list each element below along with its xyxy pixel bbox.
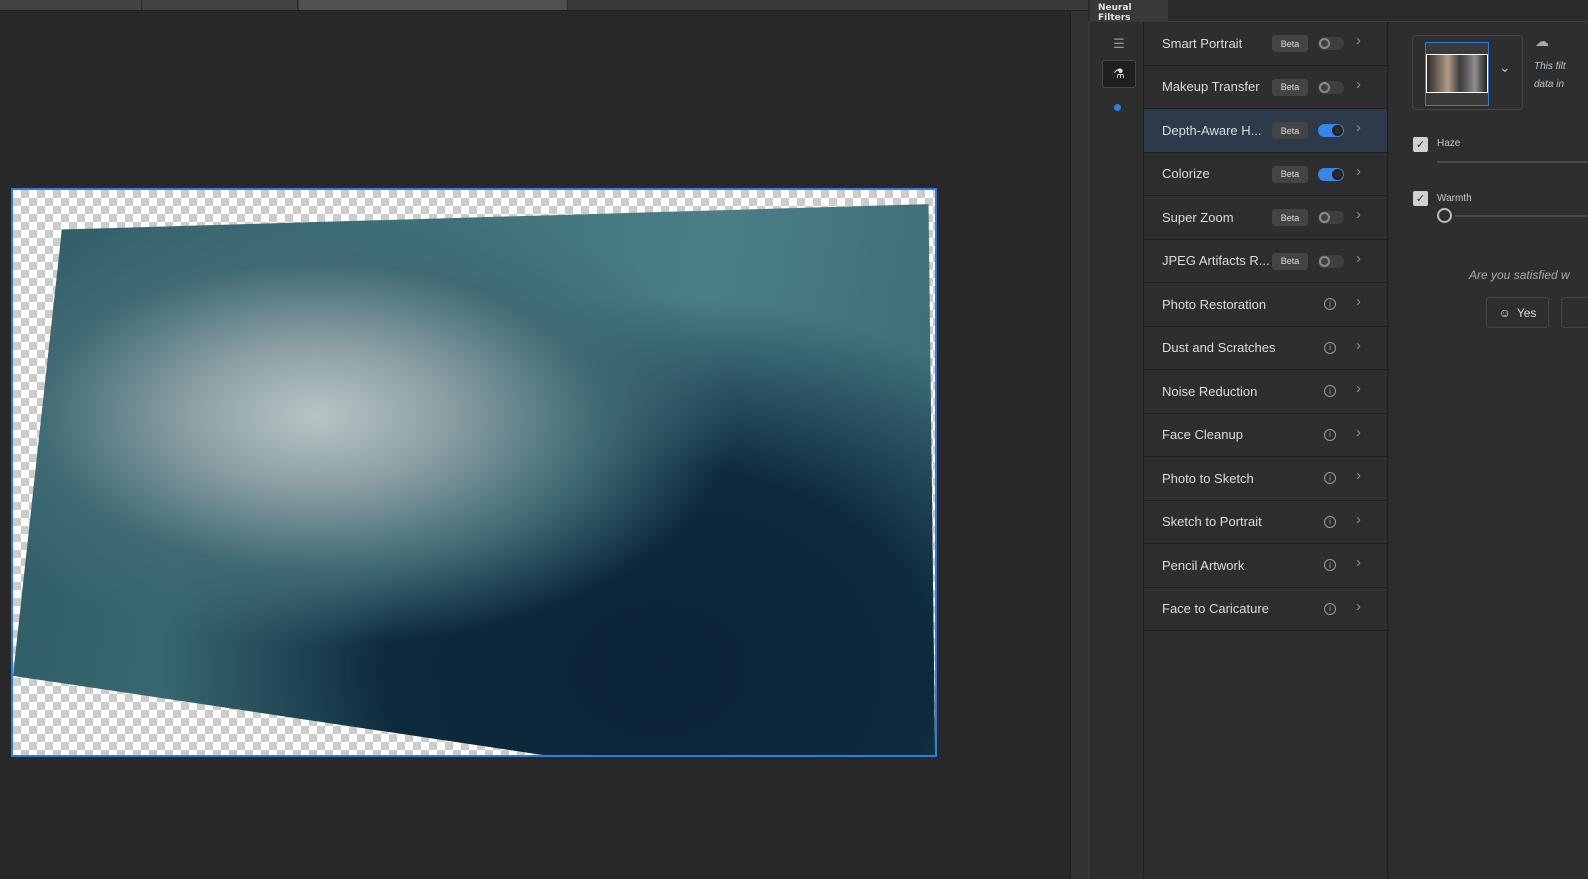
chevron-right-icon[interactable]: › xyxy=(1356,554,1361,571)
info-icon[interactable]: i xyxy=(1324,515,1336,528)
info-icon[interactable]: i xyxy=(1324,472,1336,484)
chevron-right-icon[interactable]: › xyxy=(1356,293,1361,310)
chevron-right-icon[interactable]: › xyxy=(1356,380,1361,397)
haze-checkbox[interactable]: ✓ xyxy=(1413,137,1428,152)
filter-label: Noise Reduction xyxy=(1162,383,1258,399)
info-icon[interactable]: i xyxy=(1324,385,1336,397)
filter-toggle[interactable] xyxy=(1318,167,1344,181)
image-layer-frame[interactable] xyxy=(11,188,937,757)
chevron-right-icon[interactable]: › xyxy=(1356,424,1361,441)
smiley-icon: ☺ xyxy=(1498,305,1511,320)
info-icon[interactable]: i xyxy=(1324,602,1336,615)
filter-row[interactable]: Colorize Beta › xyxy=(1144,153,1387,196)
chevron-right-icon[interactable]: › xyxy=(1356,163,1361,180)
document-tab[interactable] xyxy=(143,0,298,10)
filter-toggle[interactable] xyxy=(1318,80,1344,94)
filter-label: Photo Restoration xyxy=(1162,296,1267,312)
warmth-checkbox[interactable]: ✓ xyxy=(1413,191,1428,206)
preview-selector[interactable]: ⌄ xyxy=(1412,35,1523,110)
filter-label: Pencil Artwork xyxy=(1162,557,1245,573)
beta-badge: Beta xyxy=(1272,78,1308,96)
chevron-right-icon[interactable]: › xyxy=(1356,206,1361,223)
chevron-right-icon[interactable]: › xyxy=(1356,119,1361,136)
filter-category-strip: ☰ ⚗ xyxy=(1088,22,1144,879)
filter-label: Smart Portrait xyxy=(1162,35,1243,51)
info-icon[interactable]: i xyxy=(1324,298,1336,310)
filter-toggle[interactable] xyxy=(1318,211,1344,224)
beta-badge: Beta xyxy=(1272,209,1308,226)
filter-row[interactable]: Makeup Transfer Beta › xyxy=(1144,66,1387,109)
document-tab-active[interactable] xyxy=(299,0,568,10)
info-icon[interactable]: i xyxy=(1324,341,1336,354)
feedback-question: Are you satisfied w xyxy=(1469,268,1570,282)
chevron-down-icon[interactable]: ⌄ xyxy=(1499,60,1511,76)
filter-row[interactable]: Face Cleanup i › xyxy=(1144,414,1387,457)
filter-label: Dust and Scratches xyxy=(1162,340,1276,356)
cloud-note: This filt data in xyxy=(1534,61,1566,90)
beta-badge: Beta xyxy=(1272,165,1308,183)
filter-label: Depth-Aware H... xyxy=(1162,122,1262,138)
photo-layer xyxy=(13,204,935,755)
preview-thumbnail xyxy=(1425,42,1489,106)
chevron-right-icon[interactable]: › xyxy=(1356,76,1361,93)
tab-neural-filters[interactable]: Neural Filters xyxy=(1090,0,1168,23)
filter-row[interactable]: JPEG Artifacts R... Beta › xyxy=(1144,240,1387,283)
beta-badge: Beta xyxy=(1272,252,1308,270)
filter-row[interactable]: Photo Restoration i › xyxy=(1144,283,1387,327)
filter-label: Photo to Sketch xyxy=(1162,470,1254,486)
haze-slider[interactable] xyxy=(1437,161,1588,163)
filter-label: Face Cleanup xyxy=(1162,427,1243,443)
chevron-right-icon[interactable]: › xyxy=(1356,467,1361,484)
document-tabs xyxy=(0,0,1088,11)
haze-label: Haze xyxy=(1437,138,1461,149)
warmth-slider-track[interactable] xyxy=(1455,215,1588,217)
chevron-right-icon[interactable]: › xyxy=(1356,250,1361,267)
cloud-icon: ☁ xyxy=(1535,34,1549,50)
filter-label: Sketch to Portrait xyxy=(1162,514,1262,530)
no-button[interactable] xyxy=(1561,297,1588,328)
filter-row[interactable]: Depth-Aware H... Beta › xyxy=(1144,109,1387,153)
chevron-right-icon[interactable]: › xyxy=(1356,32,1361,49)
filter-settings-pane: ⌄ ☁ This filt data in ✓ Haze ✓ Warmth Are… xyxy=(1389,22,1588,879)
filter-label: JPEG Artifacts R... xyxy=(1162,253,1270,269)
filter-list: Smart Portrait Beta › Makeup Transfer Beta › D… xyxy=(1144,22,1388,879)
chevron-right-icon[interactable]: › xyxy=(1356,511,1361,528)
canvas-scrollbar[interactable] xyxy=(1070,11,1088,879)
flask-icon[interactable]: ⚗ xyxy=(1102,60,1136,88)
filter-row[interactable]: Super Zoom Beta › xyxy=(1144,196,1387,240)
filter-row[interactable]: Pencil Artwork i › xyxy=(1144,544,1387,588)
beta-badge: Beta xyxy=(1272,35,1308,52)
info-icon[interactable]: i xyxy=(1324,428,1336,441)
filter-label: Makeup Transfer xyxy=(1162,79,1260,95)
filter-toggle[interactable] xyxy=(1318,124,1344,137)
filter-row[interactable]: Photo to Sketch i › xyxy=(1144,457,1387,501)
beta-badge: Beta xyxy=(1272,122,1308,139)
filter-row[interactable]: Face to Caricature i › xyxy=(1144,588,1387,631)
filter-label: Super Zoom xyxy=(1162,209,1234,225)
filter-row[interactable]: Noise Reduction i › xyxy=(1144,370,1387,414)
warmth-label: Warmth xyxy=(1437,193,1472,204)
sliders-icon[interactable]: ☰ xyxy=(1102,30,1136,58)
filter-label: Colorize xyxy=(1162,166,1210,182)
filter-row[interactable]: Dust and Scratches i › xyxy=(1144,327,1387,370)
warmth-slider-knob[interactable] xyxy=(1437,208,1452,223)
filter-toggle[interactable] xyxy=(1318,37,1344,50)
filter-row[interactable]: Sketch to Portrait i › xyxy=(1144,501,1387,544)
panel-tabbar: Neural Filters xyxy=(1088,0,1588,23)
info-icon[interactable]: i xyxy=(1324,559,1336,571)
chevron-right-icon[interactable]: › xyxy=(1356,598,1361,615)
filter-row[interactable]: Smart Portrait Beta › xyxy=(1144,22,1387,66)
yes-button[interactable]: ☺ Yes xyxy=(1486,297,1549,328)
chevron-right-icon[interactable]: › xyxy=(1356,337,1361,354)
document-tab[interactable] xyxy=(0,0,142,10)
status-dot xyxy=(1114,104,1121,111)
filter-toggle[interactable] xyxy=(1318,254,1344,268)
filter-label: Face to Caricature xyxy=(1162,601,1269,617)
